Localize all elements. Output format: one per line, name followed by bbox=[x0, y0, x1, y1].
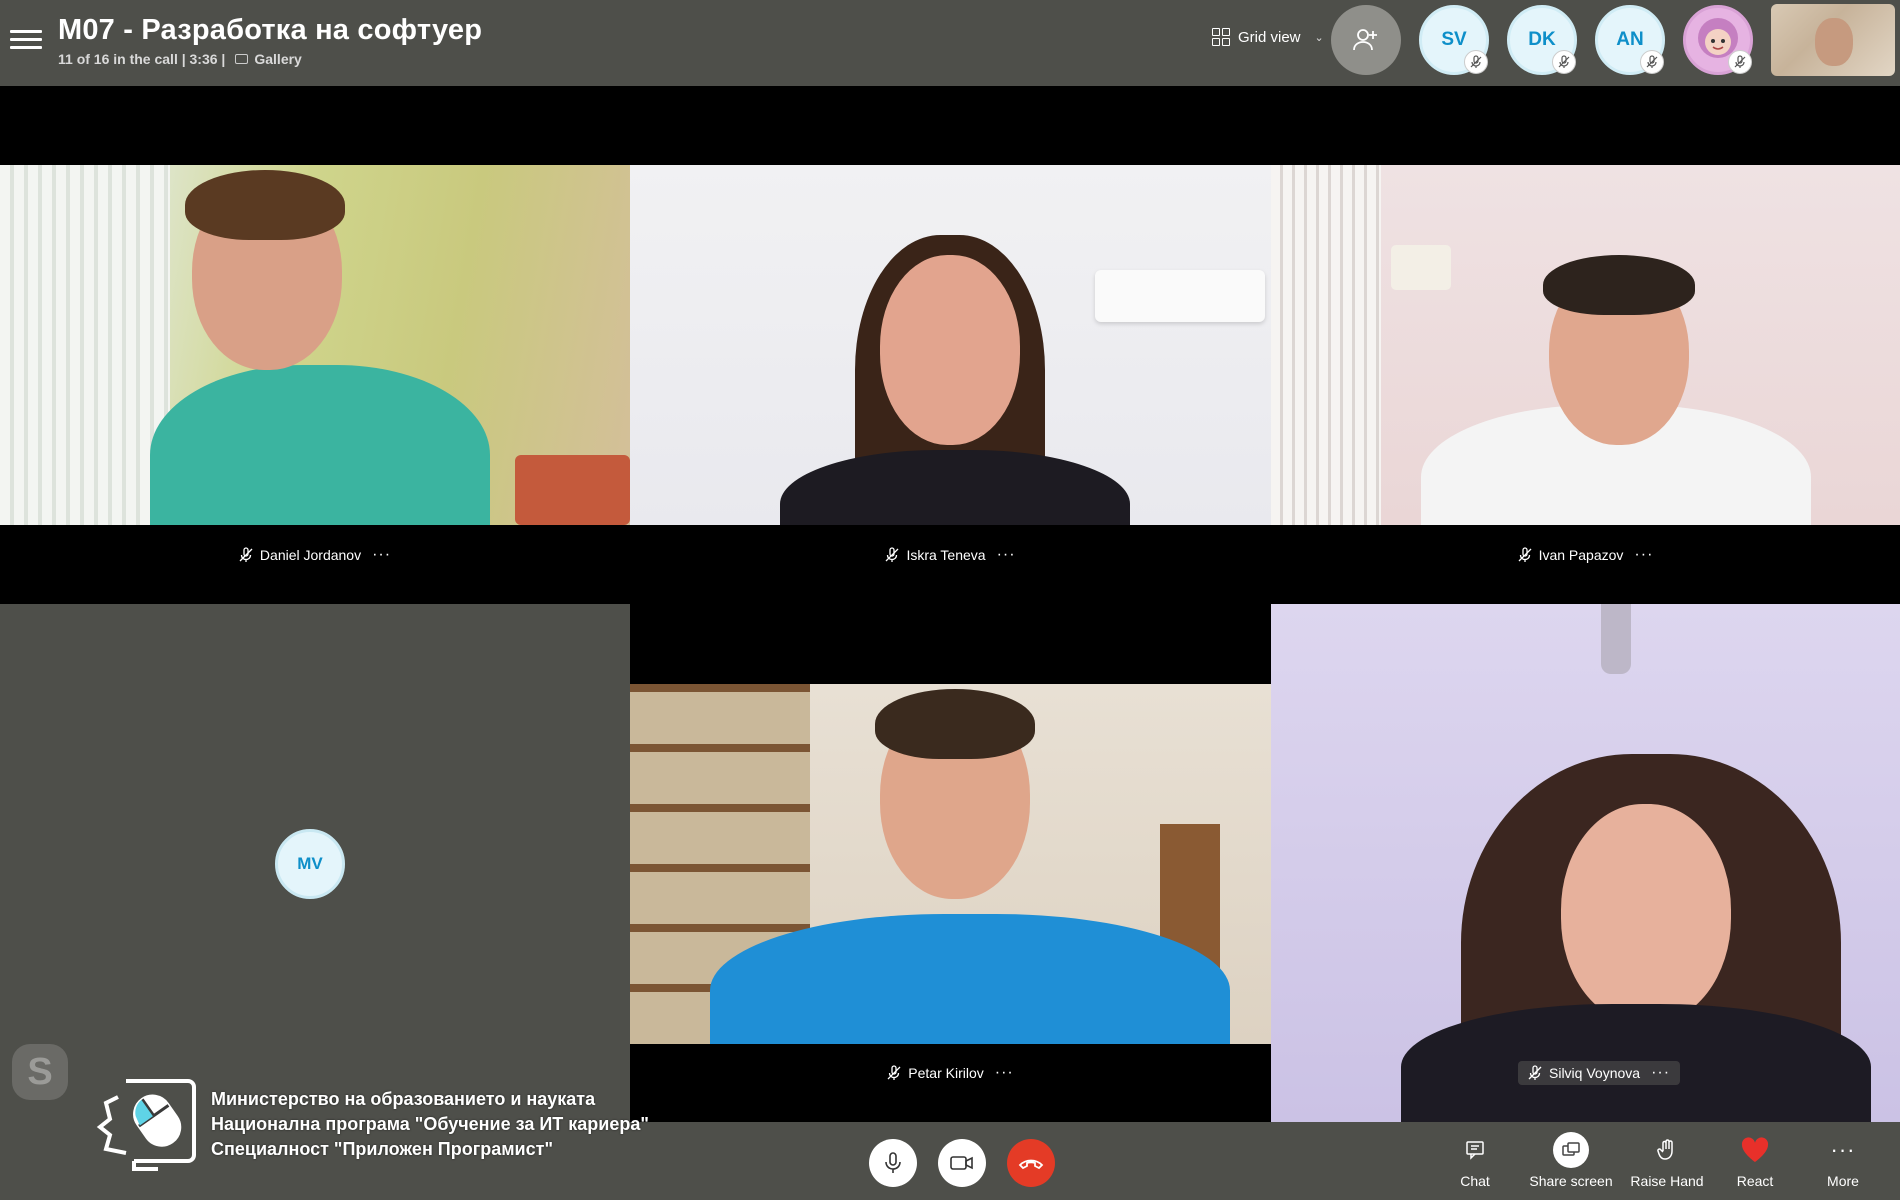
chat-icon bbox=[1466, 1141, 1484, 1160]
heart-icon bbox=[1741, 1137, 1769, 1162]
caption-line-1: Министерство на образованието и науката bbox=[211, 1089, 596, 1109]
share-screen-icon bbox=[1553, 1132, 1589, 1168]
menu-icon[interactable] bbox=[10, 25, 42, 55]
participant-label-silviq: Silviq Voynova ··· bbox=[1518, 1061, 1681, 1085]
video-tile-petar[interactable] bbox=[630, 684, 1271, 1044]
participant-avatar-mv[interactable]: MV bbox=[275, 829, 345, 899]
microphone-icon bbox=[885, 1152, 901, 1173]
grid-view-label: Grid view bbox=[1238, 28, 1301, 46]
caption-line-2: Национална програма "Обучение за ИТ кари… bbox=[211, 1114, 649, 1134]
participant-label-ivan: Ivan Papazov ··· bbox=[1271, 543, 1900, 567]
mic-muted-icon bbox=[885, 547, 899, 562]
call-title: M07 - Разработка на софтуер bbox=[58, 14, 483, 46]
participant-avatar-an[interactable]: AN bbox=[1595, 5, 1665, 75]
add-person-icon bbox=[1353, 29, 1377, 51]
participant-name: Ivan Papazov bbox=[1538, 547, 1624, 563]
mic-muted-icon bbox=[1728, 50, 1752, 74]
microphone-button[interactable] bbox=[869, 1139, 917, 1187]
more-options-icon[interactable]: ··· bbox=[1634, 547, 1653, 563]
avatar-initials: DK bbox=[1528, 29, 1556, 50]
participant-name: Silviq Voynova bbox=[1549, 1065, 1641, 1081]
mic-muted-icon bbox=[1552, 50, 1576, 74]
end-call-button[interactable] bbox=[1007, 1139, 1055, 1187]
participant-avatar-sv[interactable]: SV bbox=[1419, 5, 1489, 75]
participant-name: Daniel Jordanov bbox=[259, 547, 362, 563]
video-tile-ivan[interactable] bbox=[1271, 165, 1900, 525]
self-video-preview[interactable] bbox=[1771, 4, 1895, 76]
chat-button[interactable]: Chat bbox=[1425, 1135, 1525, 1189]
add-participant-button[interactable] bbox=[1331, 5, 1401, 75]
more-button[interactable]: ··· More bbox=[1793, 1135, 1893, 1190]
ministry-logo-icon bbox=[96, 1079, 196, 1171]
more-label: More bbox=[1827, 1173, 1859, 1189]
video-tile-iskra[interactable] bbox=[630, 165, 1271, 525]
call-info-text: 11 of 16 in the call | 3:36 | bbox=[58, 51, 226, 67]
camera-button[interactable] bbox=[938, 1139, 986, 1187]
raise-hand-button[interactable]: Raise Hand bbox=[1617, 1135, 1717, 1189]
hand-icon bbox=[1657, 1139, 1673, 1160]
chat-label: Chat bbox=[1460, 1173, 1490, 1189]
video-tile-silviq[interactable] bbox=[1271, 604, 1900, 1122]
participant-name: Iskra Teneva bbox=[906, 547, 986, 563]
mic-muted-icon bbox=[1464, 50, 1488, 74]
mic-muted-icon bbox=[887, 1065, 901, 1080]
call-info: 11 of 16 in the call | 3:36 | Gallery bbox=[58, 51, 302, 67]
chevron-down-icon: ⌄ bbox=[1314, 31, 1324, 44]
hang-up-icon bbox=[1018, 1159, 1044, 1170]
more-options-icon[interactable]: ··· bbox=[1651, 1065, 1670, 1081]
mic-muted-icon bbox=[1528, 1065, 1542, 1080]
participant-avatar-cartoon[interactable] bbox=[1683, 5, 1753, 75]
top-bar: M07 - Разработка на софтуер 11 of 16 in … bbox=[0, 0, 1900, 86]
participant-label-daniel: Daniel Jordanov ··· bbox=[0, 543, 630, 567]
share-screen-label: Share screen bbox=[1529, 1173, 1613, 1189]
grid-icon bbox=[1212, 28, 1230, 46]
react-button[interactable]: React bbox=[1705, 1135, 1805, 1189]
participant-avatar-dk[interactable]: DK bbox=[1507, 5, 1577, 75]
avatar-initials: AN bbox=[1616, 29, 1644, 50]
grid-view-dropdown[interactable]: Grid view ⌄ bbox=[1212, 28, 1324, 46]
video-tile-daniel[interactable] bbox=[0, 165, 630, 525]
mic-muted-icon bbox=[1640, 50, 1664, 74]
caption-line-3: Специалност "Приложен Програмист" bbox=[211, 1139, 553, 1159]
skype-call-window: M07 - Разработка на софтуер 11 of 16 in … bbox=[0, 0, 1900, 1200]
video-camera-icon bbox=[950, 1156, 973, 1170]
react-label: React bbox=[1736, 1173, 1774, 1189]
mic-muted-icon bbox=[1518, 547, 1532, 562]
more-dots-icon: ··· bbox=[1830, 1137, 1856, 1162]
mic-muted-icon bbox=[239, 547, 253, 562]
share-screen-button[interactable]: Share screen bbox=[1521, 1132, 1621, 1189]
participant-label-petar: Petar Kirilov ··· bbox=[630, 1061, 1271, 1085]
participant-label-iskra: Iskra Teneva ··· bbox=[630, 543, 1271, 567]
avatar-initials: SV bbox=[1441, 29, 1467, 50]
ministry-caption: Министерство на образованието и науката … bbox=[211, 1087, 649, 1162]
raise-hand-label: Raise Hand bbox=[1630, 1173, 1704, 1189]
more-options-icon[interactable]: ··· bbox=[997, 547, 1016, 563]
more-options-icon[interactable]: ··· bbox=[372, 547, 391, 563]
participant-name: Petar Kirilov bbox=[908, 1065, 984, 1081]
layout-label: Gallery bbox=[254, 51, 302, 67]
more-options-icon[interactable]: ··· bbox=[995, 1065, 1014, 1081]
skype-logo-icon: S bbox=[12, 1044, 68, 1100]
gallery-icon bbox=[235, 54, 249, 64]
